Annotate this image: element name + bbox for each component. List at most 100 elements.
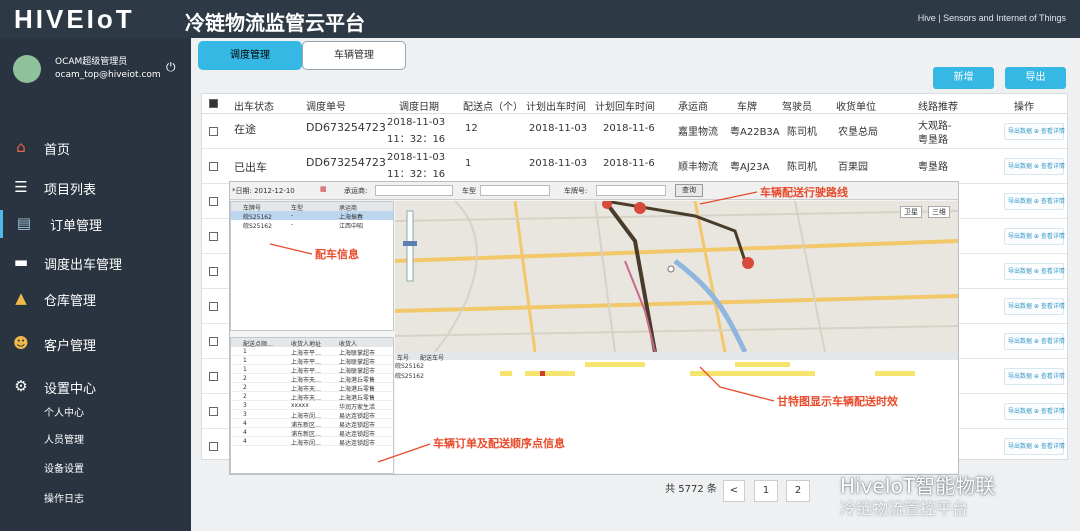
avatar[interactable] <box>13 55 41 83</box>
sidebar-item-label: 仓库管理 <box>44 294 97 309</box>
row-actions[interactable]: 导出数据 ⊕ 查看详情 <box>1004 158 1065 175</box>
sidebar-item-warehouse[interactable]: ▲ 仓库管理 <box>0 285 191 313</box>
cell-receiver: 农垦总局 <box>838 127 878 138</box>
row-actions[interactable]: 导出数据 ⊕ 查看详情 <box>1004 193 1065 210</box>
row-checkbox[interactable] <box>209 267 218 276</box>
sidebar-item-label: 客户管理 <box>44 339 97 354</box>
cell-points: 1 <box>465 158 472 169</box>
col-plate: 车牌 <box>737 102 757 113</box>
cell-status: 已出车 <box>234 161 267 174</box>
gear-icon: ⚙ <box>14 377 28 395</box>
watermark: HiveIoT智能物联 冷链物流管控平台 <box>840 470 995 519</box>
cell-receiver: 百果园 <box>838 162 868 173</box>
cell-back: 2018-11-6 <box>603 158 655 169</box>
watermark-line-2: 冷链物流管控平台 <box>840 499 969 518</box>
subnav-staff[interactable]: 人员管理 <box>44 431 84 446</box>
cell-back: 2018-11-6 <box>603 123 655 134</box>
page-2-button[interactable]: 2 <box>786 480 810 502</box>
row-checkbox[interactable] <box>209 337 218 346</box>
sidebar-item-projects[interactable]: ☰ 项目列表 <box>0 174 191 202</box>
top-bar: HIVEIoT 冷链物流监管云平台 Hive | Sensors and Int… <box>0 0 1080 38</box>
total-count: 共 5772 条 <box>665 484 717 495</box>
row-checkbox[interactable] <box>209 232 218 241</box>
col-no: 调度单号 <box>306 102 346 113</box>
row-actions[interactable]: 导出数据 ⊕ 查看详情 <box>1004 333 1065 350</box>
row-actions[interactable]: 导出数据 ⊕ 查看详情 <box>1004 438 1065 455</box>
document-icon: ▤ <box>16 214 32 232</box>
annotation-arrows <box>269 191 775 463</box>
row-checkbox[interactable] <box>209 302 218 311</box>
sidebar-item-label: 设置中心 <box>44 382 97 397</box>
export-button[interactable]: 导出 <box>1005 67 1066 89</box>
subnav-log[interactable]: 操作日志 <box>44 490 84 505</box>
row-checkbox[interactable] <box>209 407 218 416</box>
tab-vehicles[interactable]: 车辆管理 <box>302 41 406 70</box>
cell-time: 11：32：16 <box>387 169 446 180</box>
user-name: OCAM超级管理员 <box>55 57 128 67</box>
row-actions[interactable]: 导出数据 ⊕ 查看详情 <box>1004 123 1065 140</box>
cell-date: 2018-11-03 <box>387 152 446 163</box>
subnav-device[interactable]: 设备设置 <box>44 460 84 475</box>
cell-date: 2018-11-03 <box>387 117 446 128</box>
sidebar-item-label: 调度出车管理 <box>44 258 123 273</box>
row-actions[interactable]: 导出数据 ⊕ 查看详情 <box>1004 228 1065 245</box>
col-driver: 驾驶员 <box>782 102 812 113</box>
cell-out: 2018-11-03 <box>529 123 588 134</box>
power-icon[interactable]: ⏻ <box>166 60 176 75</box>
cell-points: 12 <box>465 123 478 134</box>
col-receiver: 收货单位 <box>836 102 876 113</box>
users-icon: ☻ <box>13 334 29 352</box>
cell-carrier: 顺丰物流 <box>678 162 718 173</box>
sidebar-item-orders[interactable]: ▤ 订单管理 <box>0 210 191 238</box>
cell-status: 在途 <box>234 123 256 136</box>
cell-route-2: 粤垦路 <box>918 135 948 146</box>
row-checkbox[interactable] <box>209 162 218 171</box>
row-checkbox[interactable] <box>209 442 218 451</box>
col-out: 计划出车时间 <box>526 102 586 113</box>
cell-route: 粤垦路 <box>918 162 948 173</box>
cell-no: DD673254723 <box>306 121 386 134</box>
dispatch-map-overlay: *日期: 2012-12-10 ▦ 承运商: 车型 车牌号: 查询 车牌号 车型… <box>229 181 959 475</box>
user-email: ocam_top@hiveiot.com <box>55 70 161 80</box>
tagline: Hive | Sensors and Internet of Things <box>917 13 1066 23</box>
select-all-checkbox[interactable] <box>209 99 218 108</box>
truck-icon: ▬ <box>13 253 29 271</box>
row-checkbox[interactable] <box>209 372 218 381</box>
col-route: 线路推荐 <box>918 102 958 113</box>
sidebar-item-customers[interactable]: ☻ 客户管理 <box>0 330 191 358</box>
table-row[interactable]: 在途 DD673254723 2018-11-03 11：32：16 12 20… <box>202 114 1067 149</box>
tab-dispatch[interactable]: 调度管理 <box>198 41 302 70</box>
cell-plate: 粤AJ23A <box>730 162 770 173</box>
cell-carrier: 嘉里物流 <box>678 127 718 138</box>
row-actions[interactable]: 导出数据 ⊕ 查看详情 <box>1004 263 1065 280</box>
cell-driver: 陈司机 <box>787 162 817 173</box>
sidebar-item-dispatch[interactable]: ▬ 调度出车管理 <box>0 249 191 277</box>
cell-out: 2018-11-03 <box>529 158 588 169</box>
cell-driver: 陈司机 <box>787 127 817 138</box>
sidebar-item-home[interactable]: ⌂ 首页 <box>0 134 191 162</box>
prev-page-button[interactable]: < <box>723 480 745 502</box>
row-actions[interactable]: 导出数据 ⊕ 查看详情 <box>1004 403 1065 420</box>
sidebar-item-settings[interactable]: ⚙ 设置中心 <box>0 373 191 401</box>
subnav-personal[interactable]: 个人中心 <box>44 404 84 419</box>
col-date: 调度日期 <box>399 102 439 113</box>
app-title: 冷链物流监管云平台 <box>185 11 365 35</box>
cell-time: 11：32：16 <box>387 134 446 145</box>
row-actions[interactable]: 导出数据 ⊕ 查看详情 <box>1004 368 1065 385</box>
add-button[interactable]: 新增 <box>933 67 994 89</box>
list-icon: ☰ <box>14 178 28 196</box>
row-actions[interactable]: 导出数据 ⊕ 查看详情 <box>1004 298 1065 315</box>
table-header: 出车状态 调度单号 调度日期 配送点（个） 计划出车时间 计划回车时间 承运商 … <box>202 94 1067 114</box>
cell-route: 大观路- <box>918 121 952 132</box>
sidebar-item-label: 项目列表 <box>44 183 97 198</box>
sidebar-item-label: 首页 <box>44 143 71 158</box>
cell-no: DD673254723 <box>306 156 386 169</box>
row-checkbox[interactable] <box>209 127 218 136</box>
warehouse-icon: ▲ <box>15 289 27 307</box>
cell-plate: 粤A22B3A <box>730 127 780 138</box>
page-1-button[interactable]: 1 <box>754 480 778 502</box>
table-row[interactable]: 已出车 DD673254723 2018-11-03 11：32：16 1 20… <box>202 149 1067 184</box>
home-icon: ⌂ <box>16 138 26 156</box>
row-checkbox[interactable] <box>209 197 218 206</box>
sidebar-item-label: 订单管理 <box>50 219 103 234</box>
